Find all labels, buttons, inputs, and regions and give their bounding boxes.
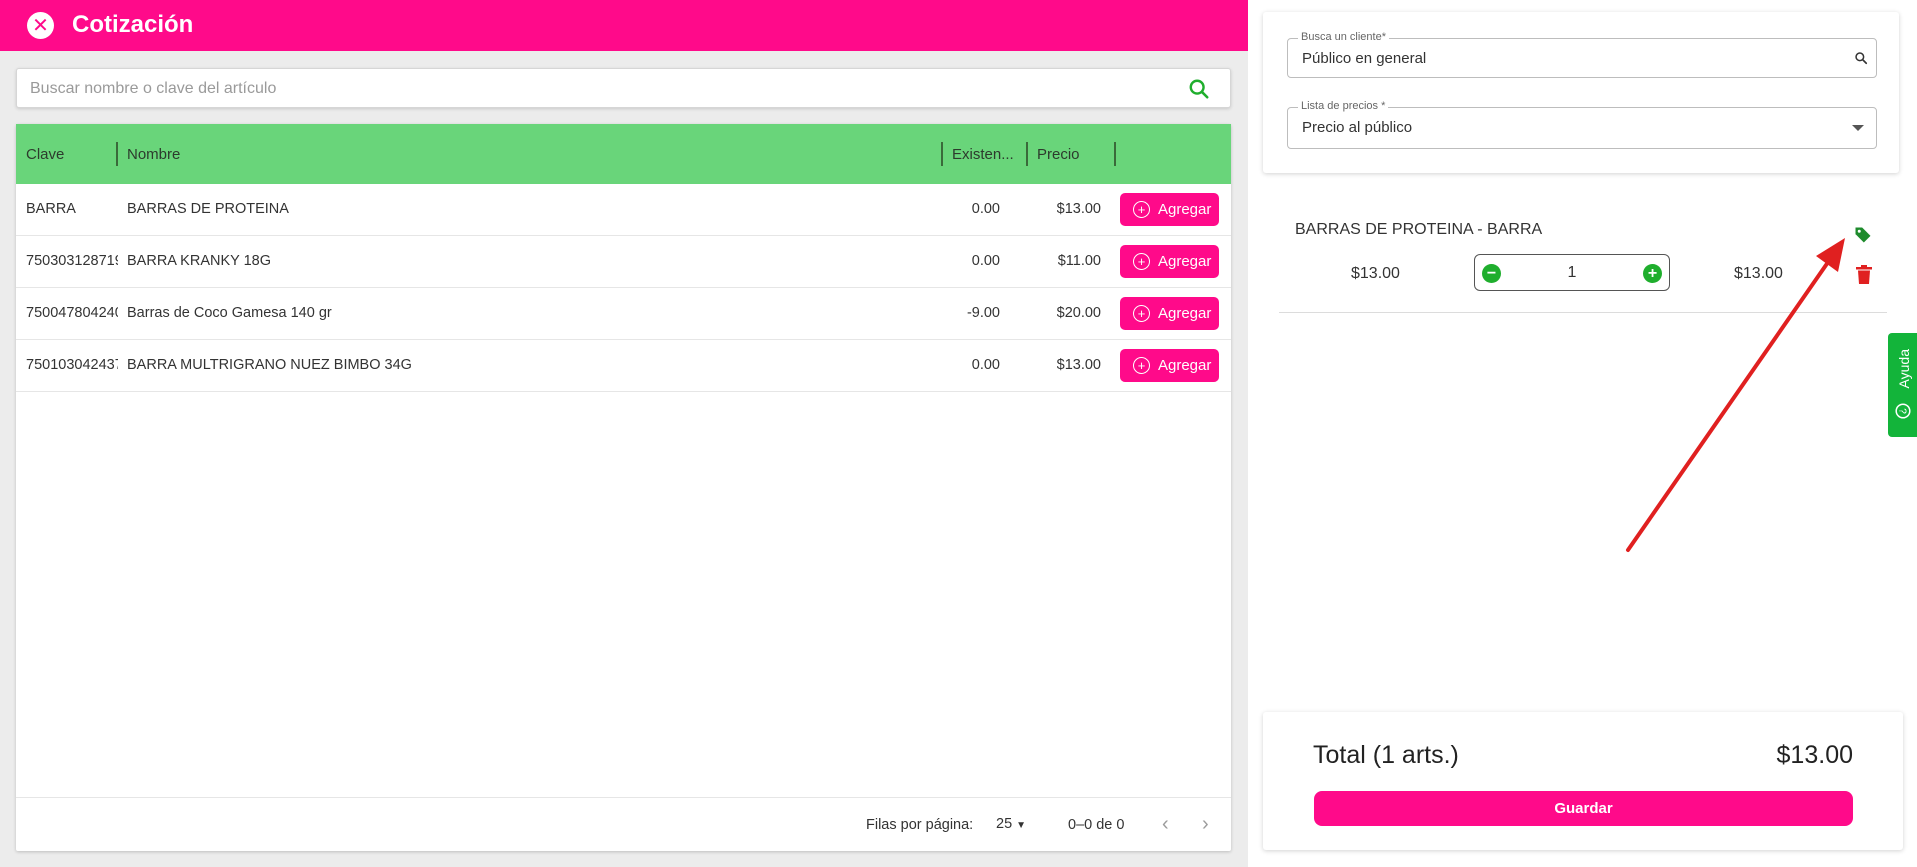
product-search-box bbox=[16, 68, 1231, 108]
increment-icon[interactable]: + bbox=[1643, 264, 1662, 283]
cell-precio: $13.00 bbox=[1056, 357, 1101, 373]
top-bar: ✕ Cotización bbox=[0, 0, 1248, 51]
cell-precio: $20.00 bbox=[1056, 305, 1101, 321]
add-circle-icon: + bbox=[1133, 201, 1150, 218]
product-search-input[interactable] bbox=[30, 77, 1160, 101]
cell-nombre: BARRA MULTRIGRANO NUEZ BIMBO 34G bbox=[127, 357, 412, 373]
customer-field-label: Busca un cliente* bbox=[1298, 31, 1389, 43]
add-circle-icon: + bbox=[1133, 253, 1150, 270]
price-list-select[interactable]: Lista de precios * Precio al público bbox=[1287, 100, 1877, 149]
client-card: Busca un cliente* Público en general Lis… bbox=[1263, 12, 1899, 173]
cell-clave: 750103042437 bbox=[26, 357, 118, 373]
trash-icon[interactable] bbox=[1856, 265, 1872, 284]
column-divider[interactable] bbox=[1026, 142, 1028, 166]
table-pagination: Filas por página: 25 ▼ 0–0 de 0 ‹ › bbox=[16, 797, 1231, 851]
cell-precio: $13.00 bbox=[1056, 201, 1101, 217]
add-button[interactable]: + Agregar bbox=[1120, 245, 1219, 278]
cell-existencia: 0.00 bbox=[971, 357, 1000, 373]
customer-search-field[interactable]: Busca un cliente* Público en general bbox=[1287, 31, 1877, 78]
add-circle-icon: + bbox=[1133, 357, 1150, 374]
cell-nombre: BARRA KRANKY 18G bbox=[127, 253, 271, 269]
svg-text:?: ? bbox=[1897, 408, 1908, 414]
total-label: Total (1 arts.) bbox=[1313, 741, 1459, 769]
table-row: BARRA BARRAS DE PROTEINA 0.00 $13.00 + Ag… bbox=[16, 184, 1231, 236]
add-button[interactable]: + Agregar bbox=[1120, 349, 1219, 382]
rows-per-page-label: Filas por página: bbox=[866, 817, 974, 833]
cell-existencia: 0.00 bbox=[971, 201, 1000, 217]
cell-clave: BARRA bbox=[26, 201, 76, 217]
chevron-left-icon[interactable]: ‹ bbox=[1162, 813, 1169, 836]
chevron-right-icon[interactable]: › bbox=[1202, 813, 1209, 836]
total-card: Total (1 arts.) $13.00 Guardar bbox=[1263, 712, 1903, 850]
column-divider[interactable] bbox=[941, 142, 943, 166]
price-list-value: Precio al público bbox=[1302, 119, 1413, 136]
help-tab[interactable]: Ayuda ? bbox=[1888, 333, 1917, 437]
save-button[interactable]: Guardar bbox=[1314, 791, 1853, 826]
add-button-label: Agregar bbox=[1158, 357, 1212, 374]
column-divider[interactable] bbox=[1114, 142, 1116, 166]
cart-item-divider bbox=[1279, 312, 1887, 313]
table-row: 750303128719 BARRA KRANKY 18G 0.00 $11.0… bbox=[16, 236, 1231, 288]
price-tag-icon[interactable] bbox=[1853, 225, 1873, 245]
column-header-nombre[interactable]: Nombre bbox=[127, 146, 180, 163]
customer-field-value: Público en general bbox=[1302, 50, 1427, 67]
products-table: Clave Nombre Existen... Precio BARRA BAR… bbox=[16, 124, 1231, 851]
cell-nombre: BARRAS DE PROTEINA bbox=[127, 201, 289, 217]
quote-pane: Busca un cliente* Público en general Lis… bbox=[1248, 0, 1917, 867]
cell-existencia: 0.00 bbox=[971, 253, 1000, 269]
column-header-precio[interactable]: Precio bbox=[1037, 146, 1080, 163]
page-title: Cotización bbox=[72, 11, 194, 38]
cell-existencia: -9.00 bbox=[966, 305, 1000, 321]
cart-item-name: BARRAS DE PROTEINA - BARRA bbox=[1295, 221, 1543, 238]
column-header-clave[interactable]: Clave bbox=[26, 146, 64, 163]
rows-per-page-select[interactable]: 25 ▼ bbox=[996, 816, 1026, 832]
price-list-label: Lista de precios * bbox=[1298, 100, 1389, 112]
add-button-label: Agregar bbox=[1158, 201, 1212, 218]
caret-down-icon bbox=[1852, 125, 1864, 131]
add-circle-icon: + bbox=[1133, 305, 1150, 322]
column-header-existencia[interactable]: Existen... bbox=[952, 146, 1014, 163]
help-label: Ayuda bbox=[1896, 349, 1912, 389]
table-row: 750047804240 Barras de Coco Gamesa 140 g… bbox=[16, 288, 1231, 340]
add-button-label: Agregar bbox=[1158, 253, 1212, 270]
table-row: 750103042437 BARRA MULTRIGRANO NUEZ BIMB… bbox=[16, 340, 1231, 392]
product-pane: ✕ Cotización Clave Nombre Existen... Pre… bbox=[0, 0, 1248, 867]
search-icon[interactable] bbox=[1854, 51, 1868, 65]
close-icon[interactable]: ✕ bbox=[27, 12, 54, 39]
pagination-range: 0–0 de 0 bbox=[1068, 817, 1125, 833]
add-button[interactable]: + Agregar bbox=[1120, 297, 1219, 330]
cart-item-line-total: $13.00 bbox=[1734, 265, 1783, 282]
cell-precio: $11.00 bbox=[1057, 253, 1101, 269]
decrement-icon[interactable]: − bbox=[1482, 264, 1501, 283]
table-header: Clave Nombre Existen... Precio bbox=[16, 124, 1231, 184]
column-divider[interactable] bbox=[116, 142, 118, 166]
caret-down-icon: ▼ bbox=[1016, 820, 1027, 831]
total-value: $13.00 bbox=[1776, 741, 1853, 769]
quantity-stepper: − 1 + bbox=[1474, 254, 1670, 291]
rows-per-page-value: 25 bbox=[996, 816, 1013, 832]
cell-clave: 750047804240 bbox=[26, 305, 118, 321]
search-icon[interactable] bbox=[1188, 78, 1210, 100]
cell-nombre: Barras de Coco Gamesa 140 gr bbox=[127, 305, 332, 321]
quantity-value[interactable]: 1 bbox=[1515, 264, 1629, 282]
add-button-label: Agregar bbox=[1158, 305, 1212, 322]
help-question-icon: ? bbox=[1895, 403, 1911, 419]
cart-item-unit-price: $13.00 bbox=[1351, 265, 1400, 282]
add-button[interactable]: + Agregar bbox=[1120, 193, 1219, 226]
cell-clave: 750303128719 bbox=[26, 253, 118, 269]
